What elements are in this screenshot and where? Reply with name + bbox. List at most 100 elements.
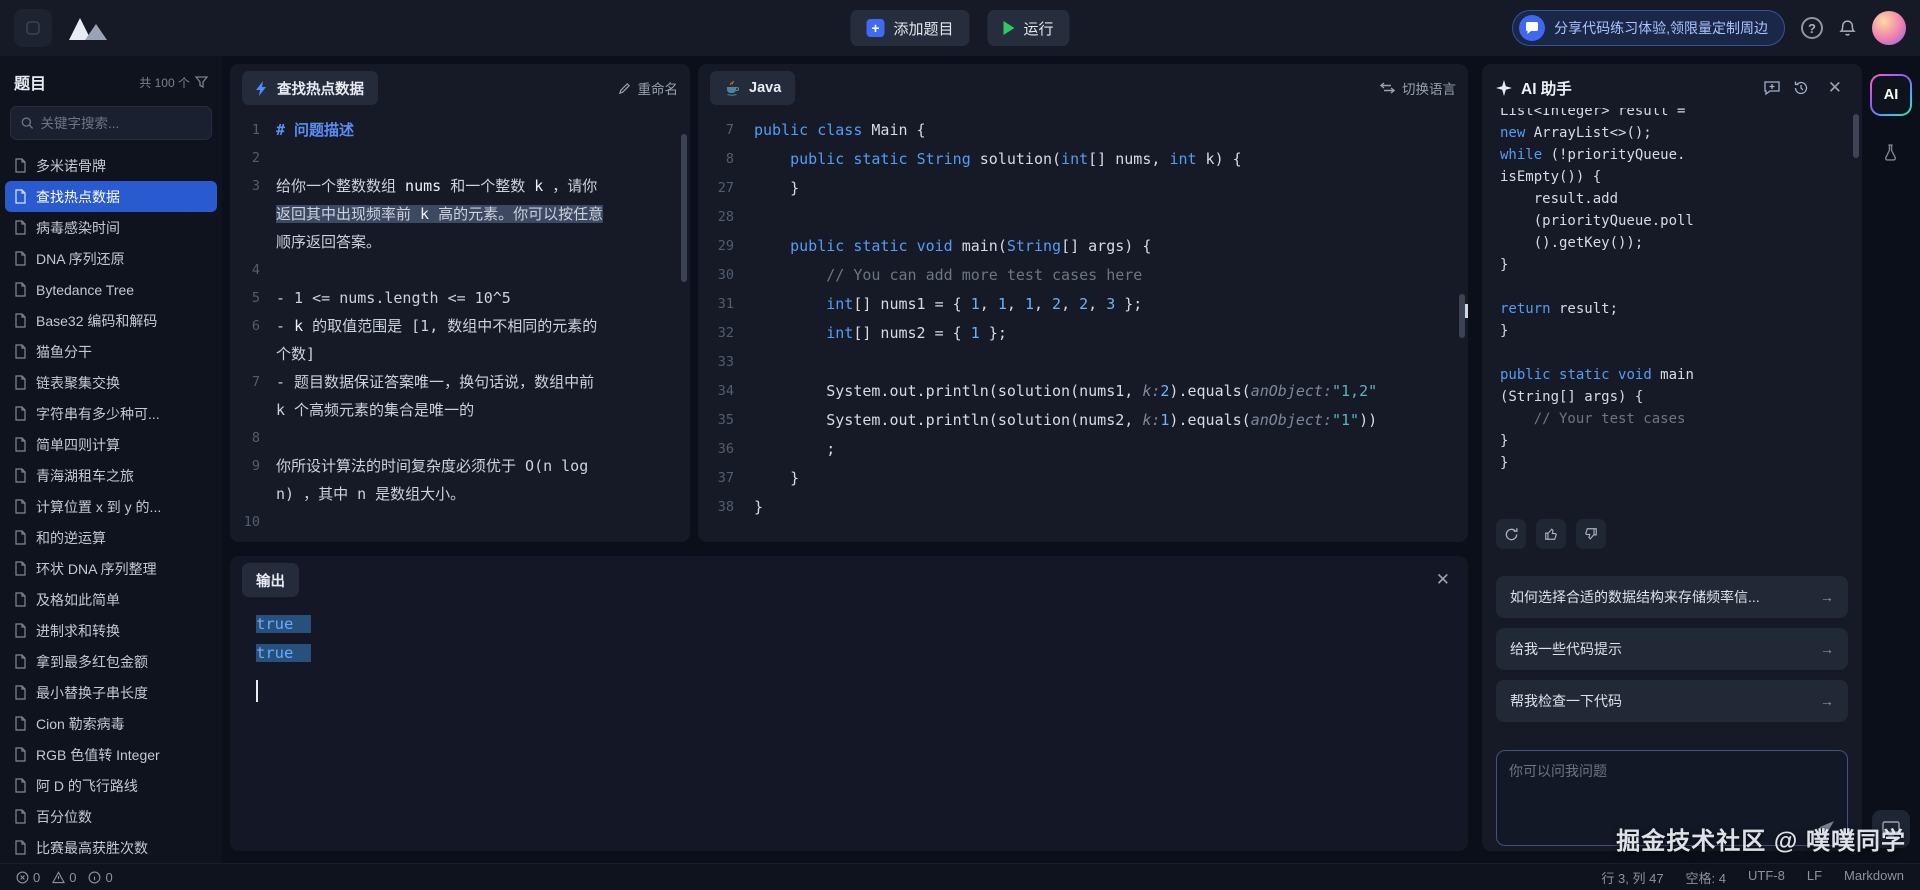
add-problem-button[interactable]: 添加题目 xyxy=(850,10,969,46)
code-token xyxy=(908,237,917,255)
problem-title: 字符串有多少种可... xyxy=(36,404,160,424)
sidebar-problem-item[interactable]: 环状 DNA 序列整理 xyxy=(5,553,217,584)
code-content[interactable]: 7public class Main {8 public static Stri… xyxy=(698,112,1468,522)
app-logo-button[interactable] xyxy=(14,9,52,47)
code-token: System.out.println(solution(nums1, xyxy=(754,382,1142,400)
ai-suggested-prompt[interactable]: 帮我检查一下代码→ xyxy=(1496,680,1848,722)
sidebar-problem-item[interactable]: 多米诺骨牌 xyxy=(5,150,217,181)
error-count: 0 xyxy=(33,870,40,885)
problem-tab[interactable]: 查找热点数据 xyxy=(242,71,378,105)
code-token: [] nums2 = { xyxy=(853,324,970,342)
problem-scrollbar[interactable] xyxy=(681,134,687,282)
sidebar-problem-item[interactable]: 比赛最高获胜次数 xyxy=(5,832,217,863)
thumbs-down-button[interactable] xyxy=(1576,519,1606,549)
sidebar-problem-item[interactable]: 字符串有多少种可... xyxy=(5,398,217,429)
code-line xyxy=(754,203,1468,232)
history-button[interactable] xyxy=(1793,80,1809,96)
close-output-button[interactable] xyxy=(1430,570,1456,590)
thumbs-up-button[interactable] xyxy=(1536,519,1566,549)
ai-suggested-prompt[interactable]: 如何选择合适的数据结构来存储频率信...→ xyxy=(1496,576,1848,618)
problems-indicators[interactable]: 000 xyxy=(16,870,113,885)
overview-ruler-mark xyxy=(1465,304,1468,318)
sidebar-problem-item[interactable]: 和的逆运算 xyxy=(5,522,217,553)
sidebar-problem-item[interactable]: 进制求和转换 xyxy=(5,615,217,646)
code-token: ArrayList<>(); xyxy=(1525,125,1651,141)
flask-icon xyxy=(1882,144,1899,161)
search-input[interactable] xyxy=(40,116,201,131)
switch-language-button[interactable]: 切换语言 xyxy=(1380,78,1456,98)
text-cursor xyxy=(256,680,258,702)
run-button[interactable]: 运行 xyxy=(988,10,1070,46)
code-token: void xyxy=(1618,367,1652,383)
prompt-label: 给我一些代码提示 xyxy=(1510,639,1622,659)
sidebar-problem-item[interactable]: RGB 色值转 Integer xyxy=(5,739,217,770)
sidebar-problem-item[interactable]: Base32 编码和解码 xyxy=(5,305,217,336)
lab-button[interactable] xyxy=(1882,144,1899,161)
sidebar-problem-item[interactable]: Bytedance Tree xyxy=(5,274,217,305)
close-ai-button[interactable] xyxy=(1822,78,1848,98)
code-token: public xyxy=(790,150,844,168)
sidebar-problem-item[interactable]: 简单四则计算 xyxy=(5,429,217,460)
filter-icon[interactable] xyxy=(195,76,208,88)
sidebar-problem-item[interactable]: 链表聚集交换 xyxy=(5,367,217,398)
notifications-button[interactable] xyxy=(1839,19,1856,37)
code-token: new xyxy=(1500,125,1525,141)
sidebar-problem-item[interactable]: 青海湖租车之旅 xyxy=(5,460,217,491)
markdown-text-line: - 题目数据保证答案唯一，换句话说，数组中前 xyxy=(276,368,690,396)
sidebar-problem-item[interactable]: 百分位数 xyxy=(5,801,217,832)
sidebar-problem-item[interactable]: 及格如此简单 xyxy=(5,584,217,615)
code-line: public class Main { xyxy=(754,116,1468,145)
sidebar-problem-item[interactable]: 拿到最多红包金额 xyxy=(5,646,217,677)
problem-title: 环状 DNA 序列整理 xyxy=(36,559,157,579)
regenerate-button[interactable] xyxy=(1496,519,1526,549)
code-token: 1 xyxy=(1025,295,1034,313)
send-button[interactable] xyxy=(1818,820,1835,837)
ai-question-input[interactable] xyxy=(1509,761,1835,821)
display-mode-button[interactable] xyxy=(1872,810,1910,848)
output-tab[interactable]: 输出 xyxy=(242,563,299,597)
promo-banner[interactable]: 分享代码练习体验,领限量定制周边 xyxy=(1512,10,1785,46)
topbar-right: 分享代码练习体验,领限量定制周边 xyxy=(1512,10,1906,46)
sidebar-problem-item[interactable]: DNA 序列还原 xyxy=(5,243,217,274)
sidebar-problem-item[interactable]: 病毒感染时间 xyxy=(5,212,217,243)
code-row: 29 public static void main(String[] args… xyxy=(698,232,1468,261)
ai-toggle-button[interactable]: AI xyxy=(1870,74,1912,116)
problem-title: 和的逆运算 xyxy=(36,528,106,548)
help-button[interactable] xyxy=(1801,17,1823,39)
code-token: ().getKey()); xyxy=(1500,235,1643,251)
code-token: result; xyxy=(1551,301,1618,317)
markdown-row: 5- 1 <= nums.length <= 10^5 xyxy=(230,284,690,312)
ai-suggested-prompt[interactable]: 给我一些代码提示→ xyxy=(1496,628,1848,670)
language-tab-label: Java xyxy=(749,80,781,96)
code-line xyxy=(754,348,1468,377)
code-token xyxy=(754,324,826,342)
problem-content[interactable]: 1# 问题描述23给你一个整数数组 nums 和一个整数 k ，请你返回其中出现… xyxy=(230,112,690,536)
sidebar-problem-item[interactable]: 最小替换子串长度 xyxy=(5,677,217,708)
indent-setting[interactable]: 空格: 4 xyxy=(1686,868,1726,887)
sidebar-problem-item[interactable]: 计算位置 x 到 y 的... xyxy=(5,491,217,522)
cursor-position[interactable]: 行 3, 列 47 xyxy=(1601,868,1663,887)
sidebar-problem-item[interactable]: 阿 D 的飞行路线 xyxy=(5,770,217,801)
document-icon xyxy=(14,158,27,173)
document-icon xyxy=(14,623,27,638)
sidebar-problem-item[interactable]: 查找热点数据 xyxy=(5,181,217,212)
user-avatar[interactable] xyxy=(1872,11,1906,45)
output-content[interactable]: truetrue xyxy=(230,604,1468,702)
language-mode[interactable]: Markdown xyxy=(1844,868,1904,887)
line-number: 8 xyxy=(698,145,754,174)
encoding[interactable]: UTF-8 xyxy=(1748,868,1785,887)
error-indicator: 0 xyxy=(16,870,40,885)
code-token: 个数] xyxy=(276,345,315,363)
problem-title: Bytedance Tree xyxy=(36,282,134,298)
language-tab[interactable]: Java xyxy=(710,71,795,105)
run-label: 运行 xyxy=(1024,18,1054,39)
ai-scrollbar[interactable] xyxy=(1853,114,1859,158)
rename-button[interactable]: 重命名 xyxy=(618,78,679,98)
add-problem-label: 添加题目 xyxy=(893,18,953,39)
eol-setting[interactable]: LF xyxy=(1807,868,1822,887)
new-chat-button[interactable] xyxy=(1764,80,1780,96)
sidebar-problem-item[interactable]: 猫鱼分干 xyxy=(5,336,217,367)
problem-title: 计算位置 x 到 y 的... xyxy=(36,497,161,517)
line-number: 28 xyxy=(698,203,754,232)
sidebar-problem-item[interactable]: Cion 勒索病毒 xyxy=(5,708,217,739)
